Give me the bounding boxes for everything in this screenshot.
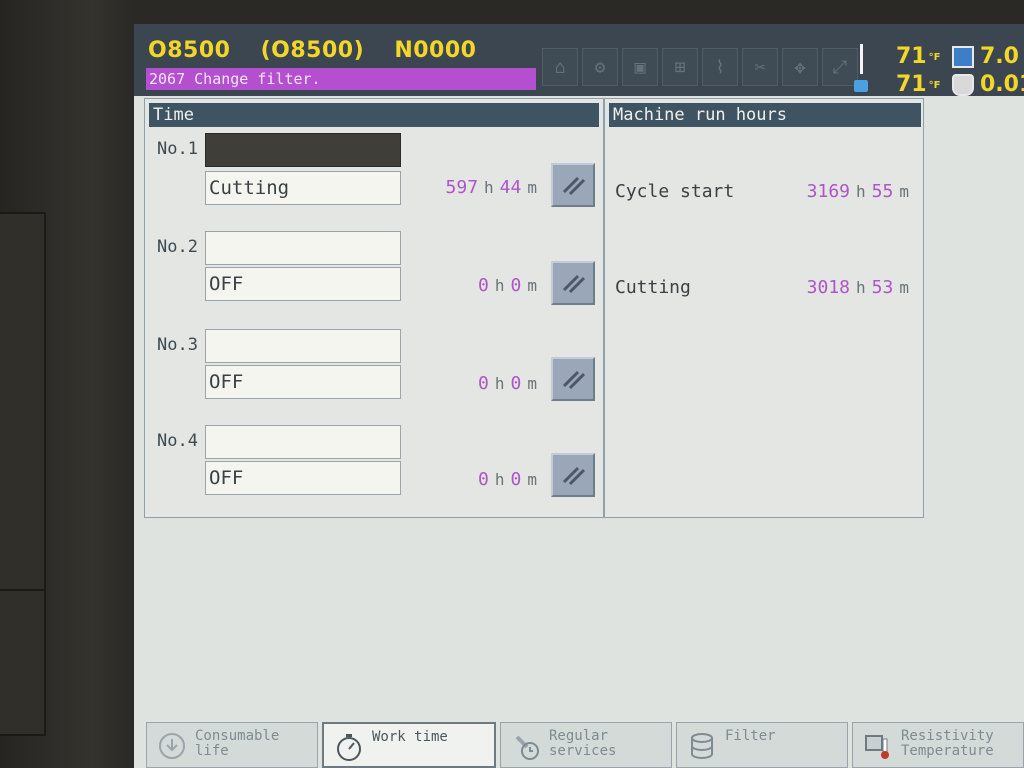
slot-2-mode-field[interactable]: OFF (205, 267, 401, 301)
cycle-start-label: Cycle start (615, 181, 735, 202)
machine-status: 71°F 71°F 7.0 0.01 (846, 40, 1024, 97)
program-number: O8500 (148, 38, 231, 63)
gear-icon[interactable]: ⚙ (582, 48, 618, 86)
screen-icon[interactable]: ▣ (622, 48, 658, 86)
softkey-label: Work time (372, 729, 448, 745)
slot-label-3: No.3 (157, 335, 198, 355)
grid-icon[interactable]: ⊞ (662, 48, 698, 86)
slot-2-reset-button[interactable] (551, 261, 595, 305)
slot-1-name-field[interactable] (205, 133, 401, 167)
time-panel-title: Time (149, 103, 599, 127)
time-panel: Time No.1 Cutting 597 h 44 m No.2 OFF 0h0m … (144, 98, 604, 518)
slot-2-name-field[interactable] (205, 231, 401, 265)
monitor-bezel-top (132, 0, 1024, 24)
slot-2-time: 0h0m (478, 275, 537, 296)
probe-icon (852, 44, 870, 94)
softkey-label: Regular services (549, 728, 617, 759)
cutting-label: Cutting (615, 277, 691, 298)
reset-slash-icon (562, 274, 586, 294)
reset-slash-icon (562, 466, 586, 486)
tank-icon (952, 46, 974, 68)
temperature-2: 71 °F (896, 72, 941, 97)
softkey-label: Resistivity Temperature (901, 728, 994, 759)
temperature-1: 71 °F (896, 44, 941, 69)
wrench-clock-icon (515, 735, 539, 760)
slot-1-mode-field[interactable]: Cutting (205, 171, 401, 205)
cylinder-icon (952, 74, 974, 96)
cutting-time: 3018 h 53 m (806, 277, 909, 298)
softkey-regular-services[interactable]: Regular services (500, 722, 672, 768)
slot-3-name-field[interactable] (205, 329, 401, 363)
scissors-icon[interactable]: ✂ (742, 48, 778, 86)
cnc-screen: O8500 (O8500) N0000 2067 Change filter. … (134, 24, 1024, 768)
slot-3-mode-field[interactable]: OFF (205, 365, 401, 399)
program-number-paren: (O8500) (260, 38, 365, 63)
softkey-resistivity-temperature[interactable]: Resistivity Temperature (852, 722, 1024, 768)
softkey-consumable-life[interactable]: Consumable life (146, 722, 318, 768)
consumable-icon (159, 733, 185, 759)
slot-1-time: 597 h 44 m (445, 177, 537, 198)
reset-slash-icon (562, 370, 586, 390)
wire-icon[interactable]: ⌇ (702, 48, 738, 86)
slot-4-time: 0h0m (478, 469, 537, 490)
machine-run-hours-panel: Machine run hours Cycle start 3169 h 55 m C… (604, 98, 924, 518)
slot-4-name-field[interactable] (205, 425, 401, 459)
machine-run-hours-title: Machine run hours (609, 103, 921, 127)
slot-label-4: No.4 (157, 431, 198, 451)
monitor-bezel-left (0, 0, 132, 768)
slot-4-mode-field[interactable]: OFF (205, 461, 401, 495)
status-value-2: 0.01 (980, 72, 1024, 97)
softkey-filter[interactable]: Filter (676, 722, 848, 768)
slot-3-reset-button[interactable] (551, 357, 595, 401)
axis-icon[interactable]: ✥ (782, 48, 818, 86)
status-header: O8500 (O8500) N0000 2067 Change filter. … (134, 24, 1024, 97)
filter-icon (691, 733, 713, 759)
cycle-start-time: 3169 h 55 m (806, 181, 909, 202)
slot-label-2: No.2 (157, 237, 198, 257)
softkey-label: Consumable life (195, 728, 280, 759)
slot-3-time: 0h0m (478, 373, 537, 394)
reset-slash-icon (562, 176, 586, 196)
slot-1-reset-button[interactable] (551, 163, 595, 207)
machine-icon[interactable]: ⌂ (542, 48, 578, 86)
stopwatch-icon (337, 734, 361, 761)
slot-4-reset-button[interactable] (551, 453, 595, 497)
resistivity-icon (865, 735, 889, 759)
slot-label-1: No.1 (157, 139, 198, 159)
alarm-message[interactable]: 2067 Change filter. (146, 68, 536, 90)
softkey-label: Filter (725, 728, 776, 744)
status-value-1: 7.0 (980, 44, 1019, 69)
program-info: O8500 (O8500) N0000 (148, 38, 498, 63)
softkey-bar: Consumable life Work time Regular servic… (146, 722, 1024, 768)
softkey-work-time[interactable]: Work time (322, 722, 496, 768)
sequence-number: N0000 (394, 38, 477, 63)
bezel-slot (0, 212, 46, 736)
mode-icons: ⌂ ⚙ ▣ ⊞ ⌇ ✂ ✥ ⤢ (542, 48, 858, 88)
